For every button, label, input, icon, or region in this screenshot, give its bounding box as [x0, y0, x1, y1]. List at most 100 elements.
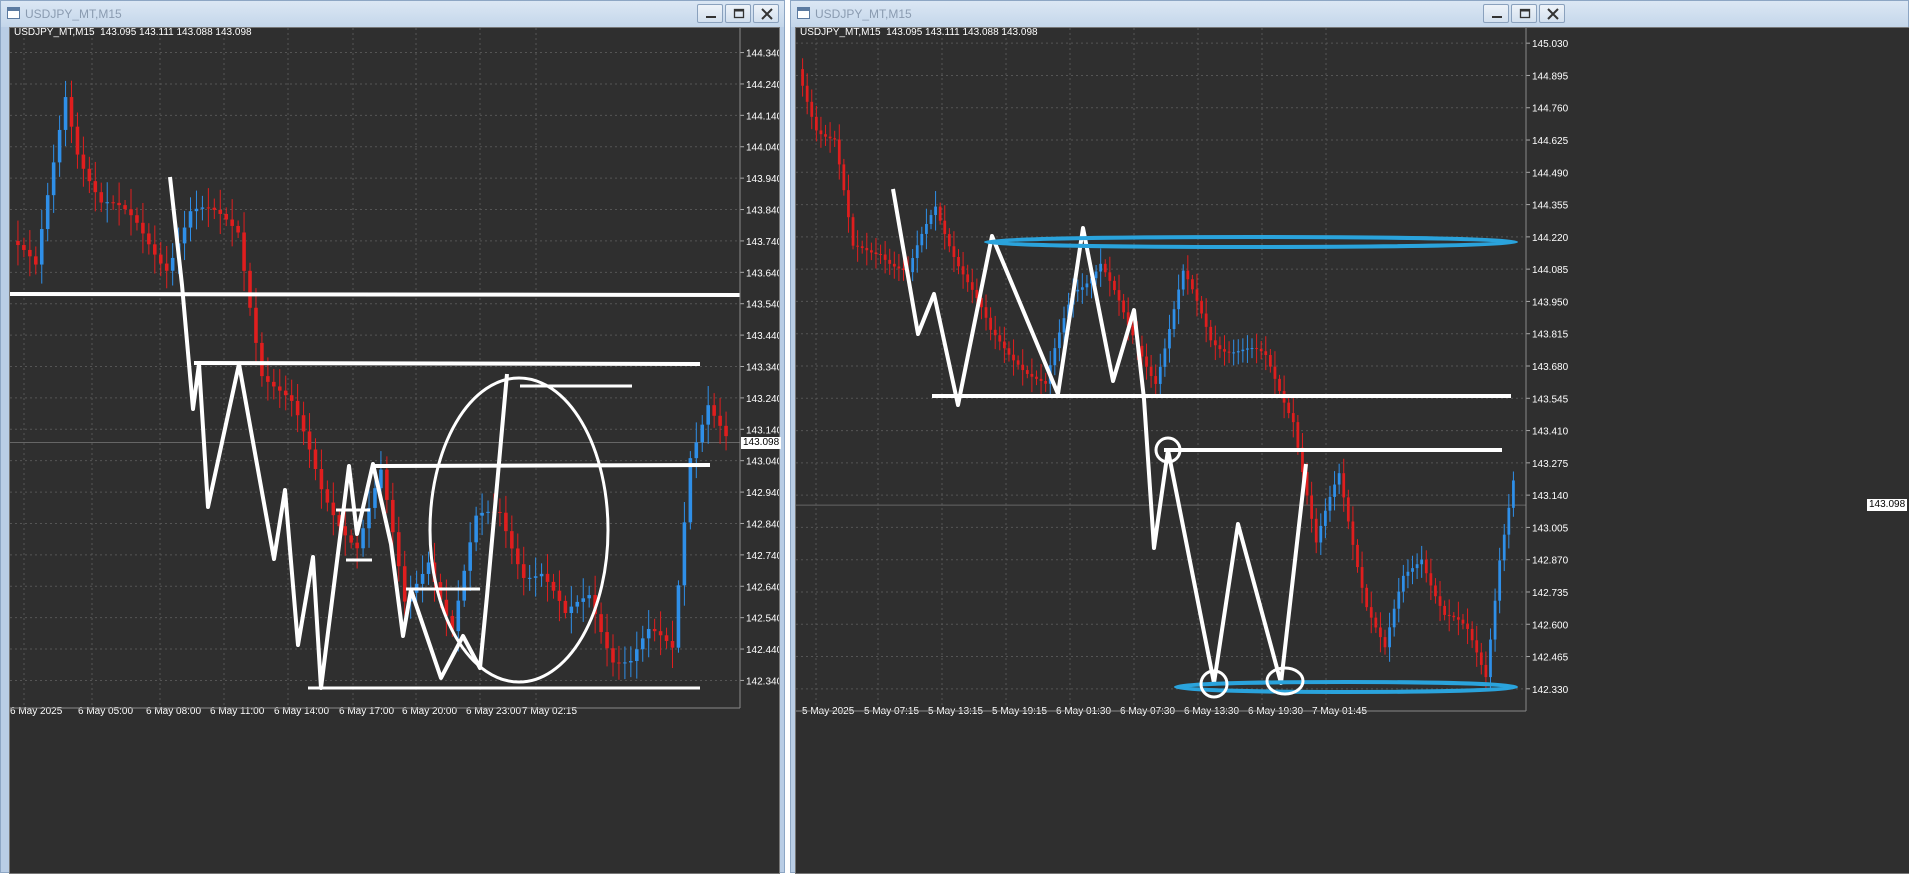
candle-body: [1218, 345, 1222, 350]
resistance-zone[interactable]: [984, 235, 1518, 249]
y-tick-label: 143.545: [1532, 394, 1569, 405]
y-tick-label: 144.895: [1532, 71, 1569, 82]
candle-body: [911, 258, 915, 273]
chart-area[interactable]: 145.030 144.895 144.760 144.625 144.490 144.3…: [795, 27, 1909, 874]
candle-body: [510, 531, 514, 549]
y-tick-label: 142.735: [1532, 588, 1569, 599]
candle-body: [970, 282, 974, 290]
y-tick-label: 143.740: [746, 237, 779, 248]
candle-body: [224, 213, 228, 220]
minimize-button[interactable]: [697, 4, 723, 23]
candle-body: [1443, 605, 1446, 615]
candle-body: [313, 449, 318, 469]
close-button[interactable]: [1539, 4, 1565, 23]
trendline-annotations[interactable]: [9, 176, 741, 690]
ellipse-annotation[interactable]: [428, 376, 610, 684]
maximize-button[interactable]: [725, 4, 751, 23]
y-tick-label: 143.410: [1532, 427, 1569, 438]
candle-body: [658, 631, 663, 636]
candle-body: [1025, 370, 1029, 374]
candle-body: [22, 245, 26, 250]
candle-body: [1498, 560, 1502, 601]
candle-body: [307, 431, 312, 450]
candle-body: [545, 573, 550, 582]
y-tick-label: 142.840: [746, 519, 779, 530]
candle-body: [1291, 413, 1295, 423]
candle-body: [16, 240, 20, 246]
y-tick-label: 144.760: [1532, 104, 1569, 115]
candle-body: [1016, 360, 1020, 365]
close-button[interactable]: [753, 4, 779, 23]
candle-body: [938, 206, 942, 221]
candle-body: [1383, 637, 1387, 648]
candle-body: [1388, 627, 1391, 648]
zigzag-trendline[interactable]: [168, 176, 509, 690]
candle-body: [426, 562, 431, 574]
candle-body: [1259, 348, 1263, 352]
candle-body: [486, 511, 490, 513]
candle-body: [856, 245, 859, 247]
candle-body: [1324, 510, 1327, 526]
candle-body: [402, 566, 407, 602]
title-bar[interactable]: USDJPY_MT,M15: [791, 1, 1908, 27]
minimize-button[interactable]: [1483, 4, 1509, 23]
window-title: USDJPY_MT,M15: [815, 7, 912, 21]
y-tick-label: 144.340: [746, 49, 779, 60]
candle-body: [712, 405, 716, 416]
candle-body: [670, 640, 675, 648]
candle-body: [1122, 300, 1125, 313]
candle-body: [242, 232, 246, 271]
candle-body: [170, 257, 175, 271]
candle-body: [1154, 376, 1158, 384]
candle-body: [1035, 376, 1038, 379]
candle-body: [1452, 615, 1456, 618]
candle-body: [266, 376, 270, 382]
candle-body: [533, 576, 538, 578]
candle-body: [902, 268, 905, 271]
candle-body: [943, 220, 947, 235]
y-tick-label: 143.140: [1532, 491, 1569, 502]
candle-body: [700, 424, 705, 443]
candle-body: [123, 205, 127, 210]
candle-body: [1232, 352, 1236, 354]
candle-body: [563, 600, 568, 614]
maximize-icon: [1519, 8, 1531, 19]
candle-body: [1461, 619, 1465, 624]
candle-body: [569, 606, 574, 614]
price-chart[interactable]: 145.030 144.895 144.760 144.625 144.490 144.3…: [796, 28, 1909, 873]
maximize-button[interactable]: [1511, 4, 1537, 23]
candle-body: [1438, 596, 1442, 606]
title-bar[interactable]: USDJPY_MT,M15: [1, 1, 784, 27]
trendline-annotations[interactable]: [891, 188, 1518, 699]
candle-body: [1030, 373, 1034, 377]
resistance-line[interactable]: [371, 463, 711, 468]
candle-body: [1457, 617, 1460, 620]
candle-body: [343, 526, 348, 536]
candle-body: [1278, 378, 1281, 392]
candle-body: [1053, 348, 1057, 366]
candle-body: [75, 126, 80, 155]
price-chart[interactable]: 144.340 144.240 144.140 144.040 143.940 143.8…: [9, 28, 783, 873]
candle-body: [129, 209, 133, 216]
candle-body: [539, 573, 544, 577]
candle-body: [87, 168, 92, 182]
candle-body: [1337, 473, 1341, 485]
chart-area[interactable]: 144.340 144.240 144.140 144.040 143.940 143.8…: [9, 27, 783, 874]
zigzag-trendline[interactable]: [891, 188, 1308, 685]
candle-body: [141, 222, 145, 234]
candle-body: [724, 425, 728, 437]
candle-body: [989, 317, 992, 330]
y-tick-label: 142.600: [1532, 620, 1569, 631]
candle-body: [1108, 272, 1112, 281]
candle-body: [915, 245, 919, 259]
candle-body: [420, 573, 425, 584]
support-line[interactable]: [9, 292, 741, 297]
candle-body: [599, 614, 603, 633]
candle-body: [1213, 340, 1217, 346]
candle-body: [998, 335, 1002, 342]
chart-window-left: USDJPY_MT,M15 144.340 144.240 144.140 14…: [0, 0, 785, 874]
candle-body: [516, 548, 520, 565]
resistance-line[interactable]: [193, 361, 701, 366]
candle-body: [888, 259, 892, 264]
candle-body: [272, 381, 276, 387]
